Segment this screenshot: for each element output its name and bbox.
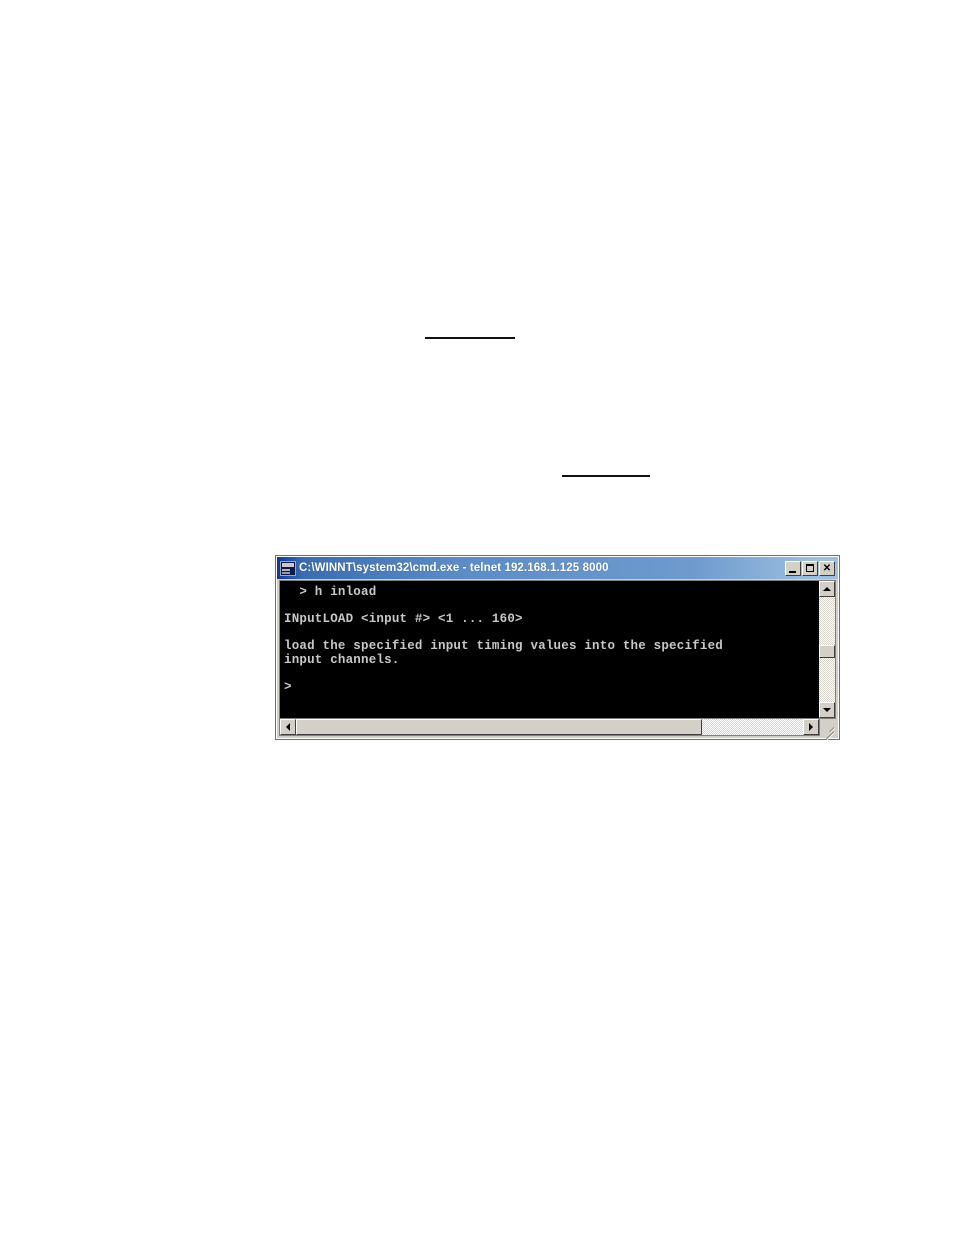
chevron-right-icon — [809, 723, 813, 731]
console-prompt: > — [284, 679, 292, 694]
console-line-blank — [284, 600, 819, 614]
vertical-scrollbar[interactable] — [819, 580, 836, 719]
console-line: input channels. — [284, 652, 400, 667]
window-title: C:\WINNT\system32\cmd.exe - telnet 192.1… — [299, 562, 609, 574]
window-client-area: > h inload INputLOAD <input #> <1 ... 16… — [279, 580, 836, 736]
console-output: > h inload INputLOAD <input #> <1 ... 16… — [280, 581, 819, 694]
scroll-up-button[interactable] — [819, 581, 835, 597]
console-window[interactable]: C:\WINNT\system32\cmd.exe - telnet 192.1… — [275, 555, 840, 740]
horizontal-scrollbar[interactable] — [279, 719, 820, 736]
console-line: > h inload — [284, 585, 377, 599]
close-button[interactable]: ✕ — [819, 560, 835, 576]
console-line-blank — [284, 667, 819, 681]
console-line: load the specified input timing values i… — [284, 639, 723, 653]
minimize-button[interactable] — [785, 560, 801, 576]
console-line: INputLOAD <input #> <1 ... 160> — [284, 612, 523, 626]
underline-rule-upper — [425, 337, 515, 339]
console-screen[interactable]: > h inload INputLOAD <input #> <1 ... 16… — [279, 580, 819, 719]
vertical-scroll-thumb[interactable] — [819, 645, 835, 659]
chevron-down-icon — [823, 708, 831, 712]
vertical-scroll-track[interactable] — [819, 597, 835, 702]
chevron-left-icon — [286, 723, 290, 731]
horizontal-scroll-track[interactable] — [296, 719, 803, 735]
chevron-up-icon — [823, 587, 831, 591]
window-controls: ✕ — [785, 560, 835, 576]
console-line-blank — [284, 627, 819, 641]
document-page: C:\WINNT\system32\cmd.exe - telnet 192.1… — [0, 0, 954, 1235]
console-body: > h inload INputLOAD <input #> <1 ... 16… — [279, 580, 836, 719]
resize-grip-icon[interactable] — [820, 720, 836, 736]
cmd-console-icon — [280, 560, 296, 576]
scroll-left-button[interactable] — [280, 719, 296, 735]
horizontal-scroll-thumb[interactable] — [296, 719, 702, 735]
maximize-button[interactable] — [802, 560, 818, 576]
horizontal-scrollbar-row — [279, 719, 836, 736]
scroll-down-button[interactable] — [819, 702, 835, 718]
underline-rule-lower — [562, 475, 650, 477]
scroll-right-button[interactable] — [803, 719, 819, 735]
title-bar[interactable]: C:\WINNT\system32\cmd.exe - telnet 192.1… — [277, 557, 838, 579]
